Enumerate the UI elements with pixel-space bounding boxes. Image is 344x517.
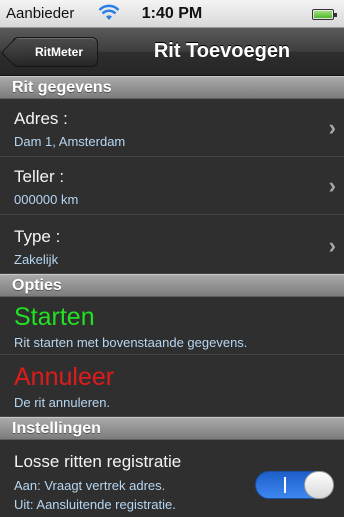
annuleer-title: Annuleer: [14, 363, 115, 391]
row-annuleer[interactable]: Annuleer De rit annuleren.: [0, 355, 344, 417]
chevron-right-icon: ›: [328, 115, 336, 140]
losse-ritten-desc-on: Aan: Vraagt vertrek adres.: [14, 478, 166, 493]
page-title: Rit Toevoegen: [153, 40, 291, 62]
navigation-bar: RitMeter Rit Toevoegen: [0, 28, 344, 76]
losse-ritten-label: Losse ritten registratie: [14, 452, 182, 471]
back-button[interactable]: RitMeter: [12, 37, 98, 67]
row-starten[interactable]: Starten Rit starten met bovenstaande geg…: [0, 297, 344, 355]
clock: 1:40 PM: [141, 5, 203, 22]
losse-ritten-toggle[interactable]: [255, 471, 334, 499]
teller-label: Teller :: [14, 167, 65, 186]
adres-value: Dam 1, Amsterdam: [14, 134, 126, 149]
losse-ritten-desc-off: Uit: Aansluitende registratie.: [14, 497, 176, 512]
toggle-knob[interactable]: [304, 471, 334, 499]
row-adres[interactable]: Adres : Dam 1, Amsterdam ›: [0, 99, 344, 157]
section-header-instellingen: Instellingen: [0, 417, 344, 440]
back-button-label: RitMeter: [34, 45, 83, 59]
battery-icon: [312, 9, 337, 20]
starten-description: Rit starten met bovenstaande gegevens.: [14, 335, 248, 350]
row-teller[interactable]: Teller : 000000 km ›: [0, 157, 344, 215]
type-value: Zakelijk: [14, 252, 59, 267]
starten-title: Starten: [14, 303, 95, 331]
chevron-right-icon: ›: [328, 233, 336, 258]
chevron-right-icon: ›: [328, 173, 336, 198]
annuleer-description: De rit annuleren.: [14, 395, 111, 410]
status-bar: Aanbieder 1:40 PM: [0, 0, 344, 28]
row-losse-ritten: Losse ritten registratie Aan: Vraagt ver…: [0, 440, 344, 517]
section-header-rit-gegevens: Rit gegevens: [0, 76, 344, 99]
row-type[interactable]: Type : Zakelijk ›: [0, 215, 344, 274]
adres-label: Adres :: [14, 109, 68, 128]
section-header-opties: Opties: [0, 274, 344, 297]
toggle-on-mark: [284, 477, 286, 493]
type-label: Type :: [14, 227, 61, 246]
teller-value: 000000 km: [14, 192, 79, 207]
